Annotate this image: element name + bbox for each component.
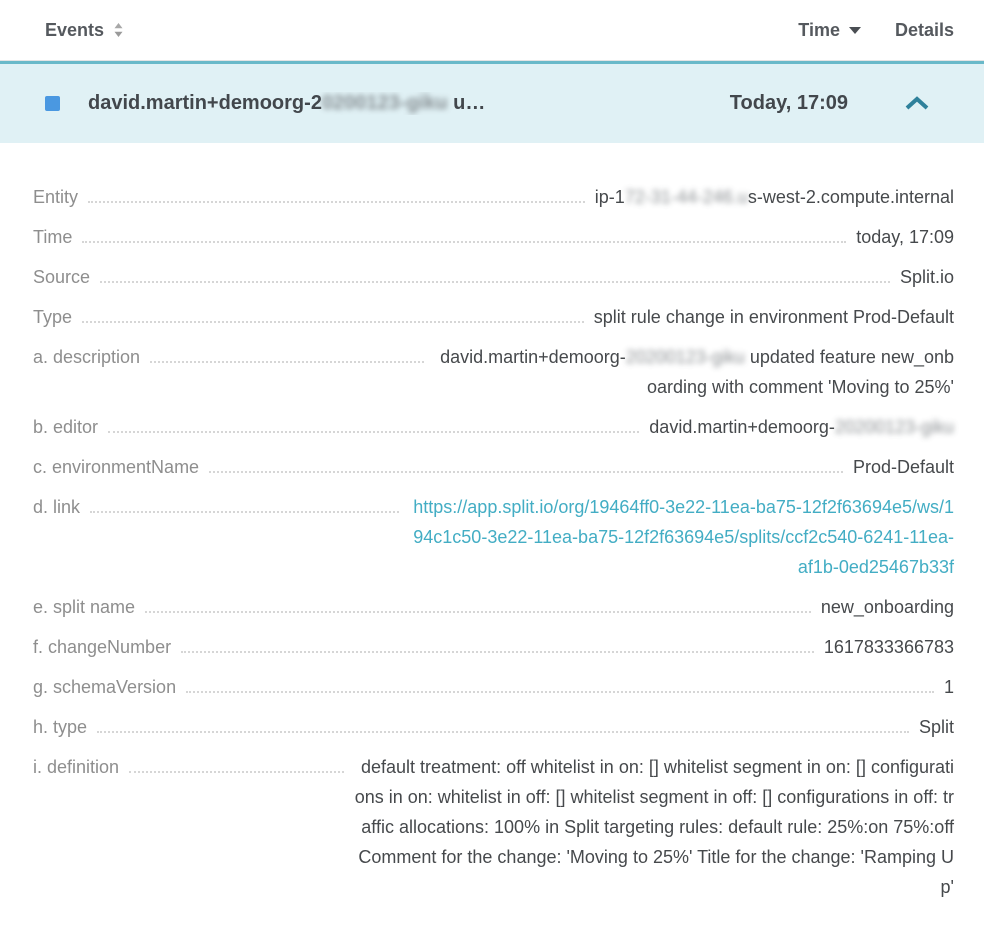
- event-details: Entity ip-172-31-44-246.us-west-2.compute…: [0, 143, 984, 902]
- dotted-leader: [82, 222, 846, 243]
- detail-label-definition: i. definition: [33, 752, 119, 782]
- events-column-label: Events: [45, 20, 104, 41]
- details-column-header: Details: [895, 20, 954, 41]
- detail-label-environmentName: c. environmentName: [33, 452, 199, 482]
- detail-value-editor: david.martin+demoorg-20200123-giku: [649, 412, 954, 442]
- event-time: Today, 17:09: [730, 92, 848, 115]
- detail-label-description: a. description: [33, 342, 140, 372]
- detail-row-editor: b. editor david.martin+demoorg-20200123-g…: [33, 412, 954, 442]
- detail-value-definition: default treatment: off whitelist in on: …: [354, 752, 954, 902]
- collapse-chevron-icon[interactable]: [904, 96, 930, 111]
- detail-label-typeDetail: h. type: [33, 712, 87, 742]
- detail-label-link: d. link: [33, 492, 80, 522]
- events-table-header: Events Time Details: [0, 0, 984, 61]
- detail-value-type: split rule change in environment Prod-De…: [594, 302, 954, 332]
- detail-label-editor: b. editor: [33, 412, 98, 442]
- detail-row-entity: Entity ip-172-31-44-246.us-west-2.compute…: [33, 182, 954, 212]
- redacted-text: 20200123-giku: [626, 347, 745, 367]
- dotted-leader: [97, 712, 909, 733]
- detail-label-splitName: e. split name: [33, 592, 135, 622]
- dotted-leader: [100, 262, 890, 283]
- detail-value-typeDetail: Split: [919, 712, 954, 742]
- detail-label-entity: Entity: [33, 182, 78, 212]
- detail-value-splitName: new_onboarding: [821, 592, 954, 622]
- detail-row-link: d. link https://app.split.io/org/19464ff0…: [33, 492, 954, 582]
- detail-row-definition: i. definition default treatment: off whit…: [33, 752, 954, 902]
- detail-value-source: Split.io: [900, 262, 954, 292]
- detail-value-schemaVersion: 1: [944, 672, 954, 702]
- detail-row-type: Type split rule change in environment Pro…: [33, 302, 954, 332]
- detail-row-description: a. description david.martin+demoorg-20200…: [33, 342, 954, 402]
- dotted-leader: [82, 302, 584, 323]
- caret-down-icon: [849, 27, 861, 34]
- event-row[interactable]: david.martin+demoorg-20200123-giku u… To…: [0, 61, 984, 143]
- redacted-text: 0200123-giku: [322, 92, 448, 114]
- detail-row-schemaVersion: g. schemaVersion 1: [33, 672, 954, 702]
- detail-row-time: Time today, 17:09: [33, 222, 954, 252]
- detail-value-changeNumber: 1617833366783: [824, 632, 954, 662]
- detail-value-entity: ip-172-31-44-246.us-west-2.compute.inter…: [595, 182, 954, 212]
- dotted-leader: [108, 412, 639, 433]
- sort-icon: [113, 22, 124, 38]
- time-column-label: Time: [798, 20, 840, 41]
- dotted-leader: [186, 672, 934, 693]
- detail-label-schemaVersion: g. schemaVersion: [33, 672, 176, 702]
- dotted-leader: [145, 592, 811, 613]
- detail-label-source: Source: [33, 262, 90, 292]
- dotted-leader: [181, 632, 814, 653]
- detail-label-type: Type: [33, 302, 72, 332]
- detail-row-splitName: e. split name new_onboarding: [33, 592, 954, 622]
- dotted-leader: [88, 182, 585, 203]
- dotted-leader: [209, 452, 843, 473]
- events-column-header[interactable]: Events: [45, 20, 124, 41]
- detail-row-changeNumber: f. changeNumber 1617833366783: [33, 632, 954, 662]
- detail-label-time: Time: [33, 222, 72, 252]
- detail-value-description: david.martin+demoorg-20200123-giku updat…: [434, 342, 954, 402]
- event-title: david.martin+demoorg-20200123-giku u…: [88, 92, 730, 115]
- dotted-leader: [90, 492, 399, 513]
- detail-value-link[interactable]: https://app.split.io/org/19464ff0-3e22-1…: [409, 492, 954, 582]
- detail-label-changeNumber: f. changeNumber: [33, 632, 171, 662]
- event-type-square-icon: [45, 96, 60, 111]
- redacted-text: 72-31-44-246.u: [625, 187, 748, 207]
- detail-row-environmentName: c. environmentName Prod-Default: [33, 452, 954, 482]
- redacted-text: 20200123-giku: [835, 417, 954, 437]
- detail-value-environmentName: Prod-Default: [853, 452, 954, 482]
- dotted-leader: [129, 752, 344, 773]
- detail-row-source: Source Split.io: [33, 262, 954, 292]
- detail-row-typeDetail: h. type Split: [33, 712, 954, 742]
- detail-value-time: today, 17:09: [856, 222, 954, 252]
- time-column-header[interactable]: Time: [798, 20, 861, 41]
- dotted-leader: [150, 342, 424, 363]
